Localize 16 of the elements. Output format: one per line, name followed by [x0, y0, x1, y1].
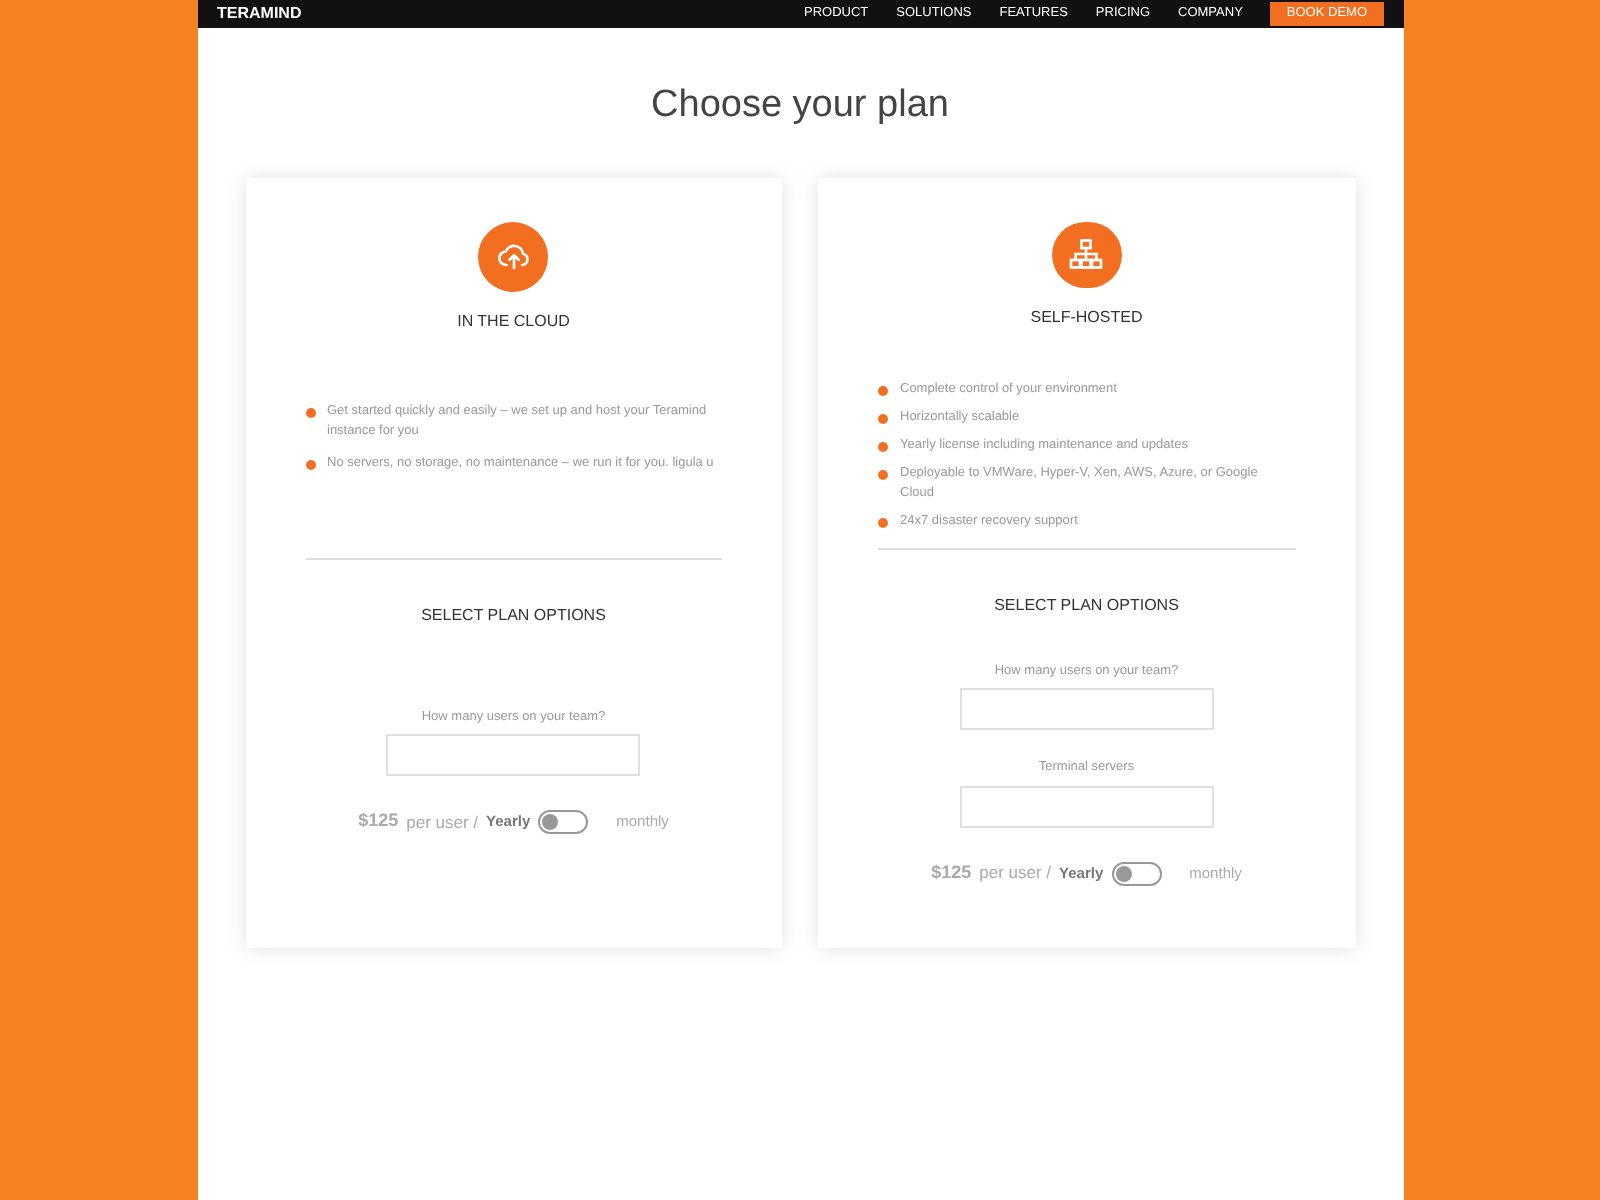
- input-field[interactable]: [386, 734, 641, 777]
- options-title: SELECT PLAN OPTIONS: [421, 603, 606, 627]
- price-text: $125: [358, 808, 399, 835]
- per-user-text: per user /: [406, 809, 479, 835]
- options-title: SELECT PLAN OPTIONS: [994, 593, 1179, 617]
- billing-toggle[interactable]: [1111, 861, 1162, 886]
- per-user-text: per user /: [979, 860, 1052, 887]
- input-field[interactable]: [959, 786, 1214, 828]
- plan-name: SELF-HOSTED: [1030, 306, 1143, 331]
- network-icon: [1068, 236, 1105, 273]
- plan-name: IN THE CLOUD: [457, 309, 570, 333]
- logo[interactable]: TERAMIND: [217, 2, 302, 26]
- price-text: $125: [931, 860, 972, 886]
- input-field[interactable]: [959, 688, 1214, 731]
- billing-toggle[interactable]: [538, 810, 589, 834]
- page-title: Choose your plan: [649, 82, 951, 130]
